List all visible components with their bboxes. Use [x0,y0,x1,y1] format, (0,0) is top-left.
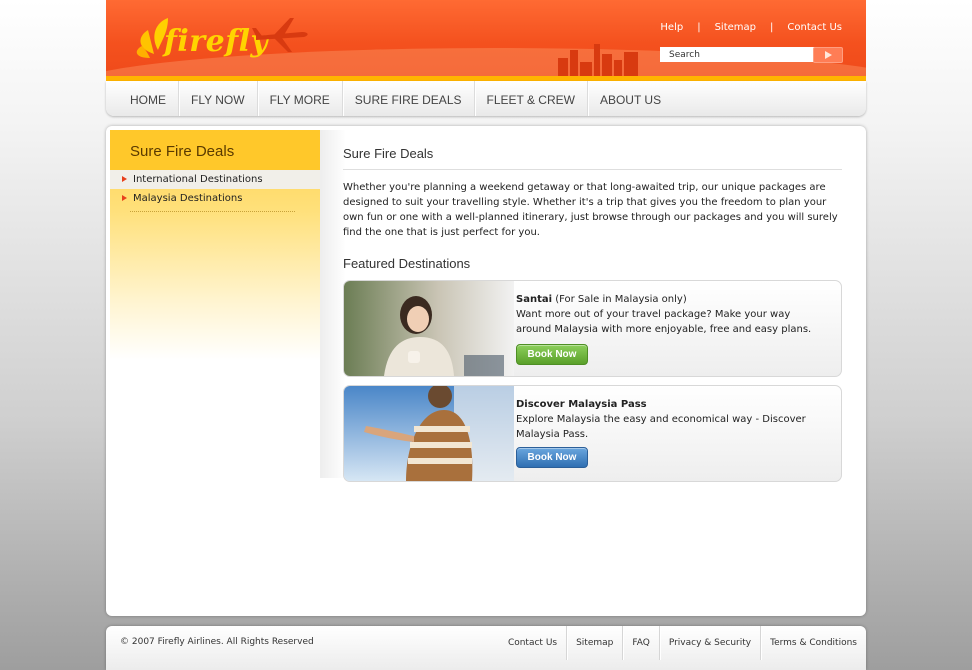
sidebar: Sure Fire Deals International Destinatio… [110,130,320,478]
discover-desc: Explore Malaysia the easy and economical… [516,414,806,440]
content-area: Sure Fire Deals Whether you're planning … [343,146,842,482]
santai-note: (For Sale in Malaysia only) [552,294,687,305]
airplane-icon [252,18,308,52]
discover-malaysia-photo-icon [344,386,514,481]
santai-book-now-button[interactable]: Book Now [516,344,588,365]
main-panel: Sure Fire Deals International Destinatio… [106,126,866,616]
santai-text: Santai (For Sale in Malaysia only) Want … [516,292,816,337]
search-arrow-button[interactable] [813,47,843,63]
nav-fleet-crew[interactable]: FLEET & CREW [475,81,588,116]
city-skyline-icon [558,44,638,79]
toplink-sitemap[interactable]: Sitemap [715,22,756,33]
footer-link-terms[interactable]: Terms & Conditions [760,626,866,660]
page-title: Sure Fire Deals [343,146,842,170]
santai-desc: Want more out of your travel package? Ma… [516,309,812,335]
sidebar-item-malaysia[interactable]: Malaysia Destinations [110,189,320,208]
discover-title: Discover Malaysia Pass [516,399,647,410]
nav-fly-more[interactable]: FLY MORE [258,81,343,116]
toplink-help[interactable]: Help [660,22,683,33]
discover-book-now-button[interactable]: Book Now [516,447,588,468]
toplink-contact-us[interactable]: Contact Us [787,22,842,33]
santai-title: Santai [516,294,553,305]
nav-fly-now[interactable]: FLY NOW [179,81,258,116]
search-input[interactable] [660,47,816,62]
footer-link-faq[interactable]: FAQ [622,626,658,660]
sidebar-item-international[interactable]: International Destinations [110,170,320,189]
sidebar-title: Sure Fire Deals [110,130,320,170]
deal-card-santai: Santai (For Sale in Malaysia only) Want … [343,280,842,377]
nav-home[interactable]: HOME [106,81,179,116]
copyright-text: © 2007 Firefly Airlines. All Rights Rese… [120,637,314,647]
nav-about-us[interactable]: ABOUT US [588,81,673,116]
footer-link-sitemap[interactable]: Sitemap [566,626,622,660]
top-links: Help | Sitemap | Contact Us [660,22,842,33]
site-footer: © 2007 Firefly Airlines. All Rights Rese… [106,626,866,670]
footer-link-contact-us[interactable]: Contact Us [499,626,566,660]
santai-photo-icon [344,281,514,376]
deal-card-discover-malaysia: Discover Malaysia Pass Explore Malaysia … [343,385,842,482]
separator: | [770,22,774,33]
footer-links: Contact Us Sitemap FAQ Privacy & Securit… [499,626,866,660]
footer-link-privacy[interactable]: Privacy & Security [658,626,760,660]
site-header: firefly Help | Sitemap | Contact Us [106,0,866,79]
featured-title: Featured Destinations [343,256,471,271]
discover-text: Discover Malaysia Pass Explore Malaysia … [516,397,816,442]
separator: | [697,22,701,33]
intro-text: Whether you're planning a weekend getawa… [343,182,838,238]
nav-sure-fire-deals[interactable]: SURE FIRE DEALS [343,81,475,116]
sidebar-divider [130,211,295,212]
main-nav: HOME FLY NOW FLY MORE SURE FIRE DEALS FL… [106,81,866,116]
